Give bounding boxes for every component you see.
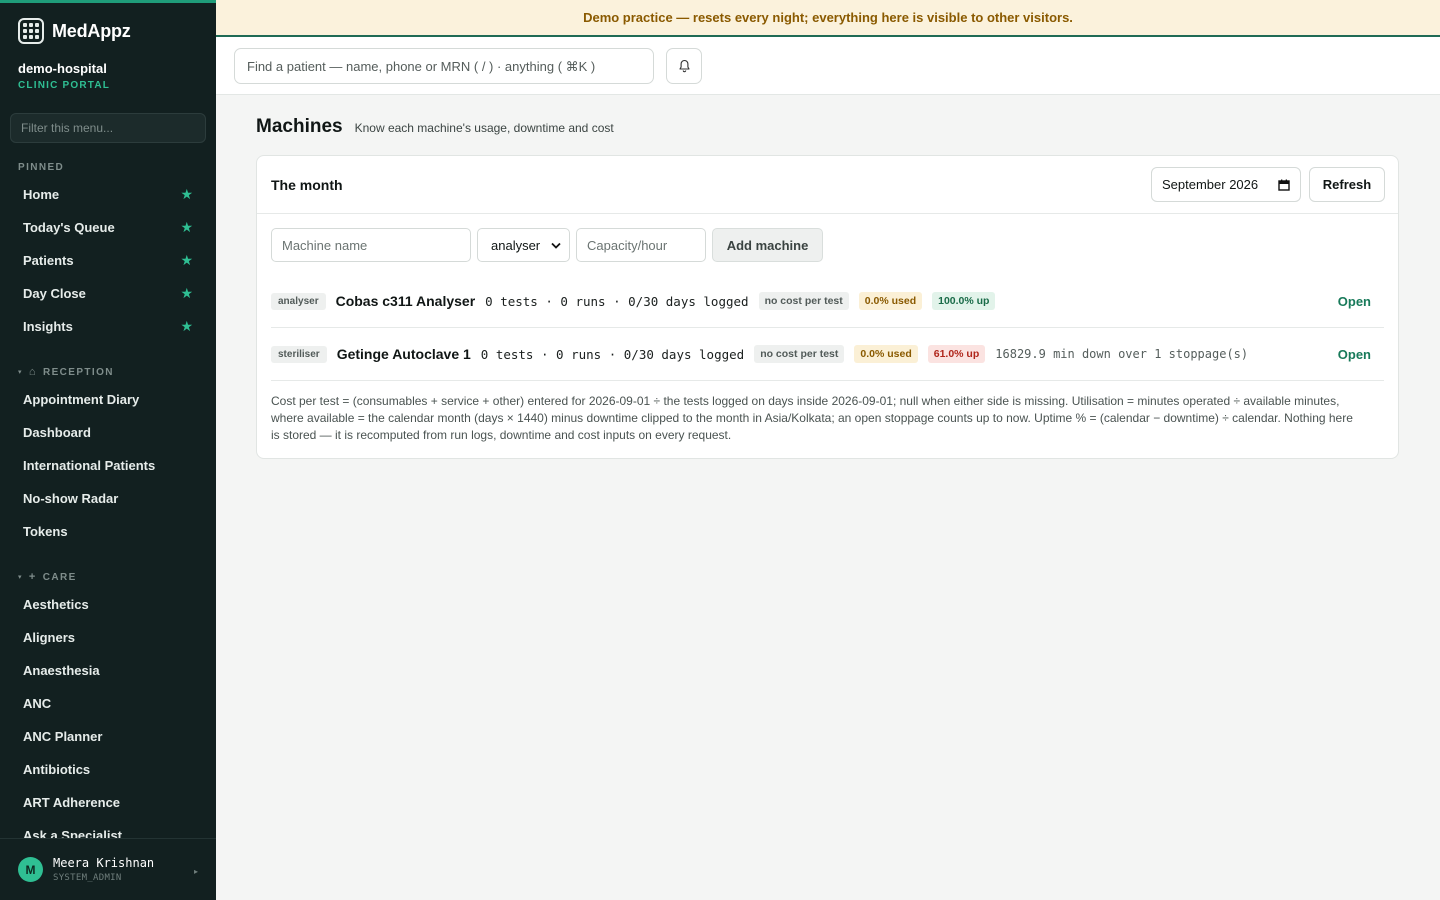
calculation-footnote: Cost per test = (consumables + service +…: [271, 394, 1353, 442]
month-picker[interactable]: September 2026: [1151, 167, 1301, 202]
brand[interactable]: MedAppz: [18, 18, 131, 44]
calendar-icon[interactable]: [1278, 179, 1290, 191]
machine-row: steriliser Getinge Autoclave 1 0 tests ·…: [271, 328, 1384, 381]
card-title: The month: [271, 177, 343, 193]
user-role: SYSTEM_ADMIN: [53, 873, 122, 883]
sidebar-item-todays-queue[interactable]: Today's Queue ★: [10, 212, 206, 242]
user-name: Meera Krishnan: [53, 856, 155, 870]
utilisation-badge: 0.0% used: [858, 292, 923, 310]
page-header: Machines Know each machine's usage, down…: [256, 116, 614, 138]
page-title: Machines: [256, 116, 343, 137]
sidebar-item-tokens[interactable]: Tokens: [10, 516, 206, 546]
demo-banner: Demo practice — resets every night; ever…: [216, 0, 1440, 37]
section-toggle-reception[interactable]: ▾ ⌂ RECEPTION: [18, 366, 114, 378]
star-icon[interactable]: ★: [180, 252, 193, 269]
user-menu[interactable]: M Meera Krishnan SYSTEM_ADMIN ▸: [0, 838, 216, 900]
sidebar-item-aligners[interactable]: Aligners: [10, 622, 206, 652]
open-machine-link[interactable]: Open: [1338, 347, 1371, 362]
org-info: demo-hospital CLINIC PORTAL: [18, 61, 110, 91]
home-icon: ⌂: [28, 366, 37, 378]
machines-card: The month September 2026 Refresh analyse…: [256, 155, 1399, 459]
cost-badge: no cost per test: [758, 292, 849, 310]
sidebar-item-anc[interactable]: ANC: [10, 688, 206, 718]
sidebar-accent-bar: [0, 0, 216, 3]
utilisation-badge: 0.0% used: [854, 345, 918, 363]
patient-search-input[interactable]: [234, 48, 654, 84]
topbar: [216, 37, 1440, 95]
sidebar: MedAppz demo-hospital CLINIC PORTAL PINN…: [0, 0, 216, 900]
sidebar-item-anc-planner[interactable]: ANC Planner: [10, 721, 206, 751]
sidebar-item-no-show-radar[interactable]: No-show Radar: [10, 483, 206, 513]
machine-stats: 0 tests · 0 runs · 0/30 days logged: [480, 346, 745, 362]
chevron-icon[interactable]: ▸: [194, 867, 198, 876]
machine-name-input[interactable]: [271, 228, 471, 262]
sidebar-item-patients[interactable]: Patients ★: [10, 245, 206, 275]
star-icon[interactable]: ★: [180, 219, 193, 236]
machine-stats: 0 tests · 0 runs · 0/30 days logged: [485, 293, 749, 309]
notifications-button[interactable]: [666, 48, 702, 84]
machine-type-tag: analyser: [271, 292, 326, 310]
capacity-per-hour-input[interactable]: [576, 228, 706, 262]
app-logo-icon: [18, 18, 44, 44]
uptime-badge: 61.0% up: [927, 345, 986, 363]
open-machine-link[interactable]: Open: [1338, 294, 1371, 309]
downtime-summary: 16829.9 min down over 1 stoppage(s): [995, 347, 1249, 361]
sidebar-item-dashboard[interactable]: Dashboard: [10, 417, 206, 447]
star-icon[interactable]: ★: [180, 186, 193, 203]
add-machine-button[interactable]: Add machine: [712, 228, 823, 262]
sidebar-item-aesthetics[interactable]: Aesthetics: [10, 589, 206, 619]
caret-down-icon: ▾: [18, 574, 23, 581]
sidebar-item-art-adherence[interactable]: ART Adherence: [10, 787, 206, 817]
avatar: M: [18, 857, 43, 882]
org-subtitle: CLINIC PORTAL: [18, 80, 111, 91]
sidebar-item-home[interactable]: Home ★: [10, 179, 206, 209]
caret-down-icon: ▾: [18, 369, 23, 376]
section-label-pinned: PINNED: [18, 162, 65, 173]
org-name: demo-hospital: [18, 61, 107, 76]
refresh-button[interactable]: Refresh: [1309, 167, 1385, 202]
uptime-badge: 100.0% up: [932, 292, 996, 310]
bell-icon: [678, 59, 690, 73]
menu-filter-input[interactable]: [10, 113, 206, 143]
machine-name: Cobas c311 Analyser: [335, 293, 476, 309]
page-subtitle: Know each machine's usage, downtime and …: [354, 121, 614, 135]
sidebar-item-day-close[interactable]: Day Close ★: [10, 278, 206, 308]
plus-icon: +: [28, 571, 37, 583]
sidebar-item-appointment-diary[interactable]: Appointment Diary: [10, 384, 206, 414]
cost-badge: no cost per test: [754, 345, 845, 363]
star-icon[interactable]: ★: [180, 318, 193, 335]
chevron-down-icon: [551, 242, 561, 249]
machine-type-tag: steriliser: [271, 345, 327, 363]
card-header: The month September 2026 Refresh: [257, 156, 1398, 214]
sidebar-item-antibiotics[interactable]: Antibiotics: [10, 754, 206, 784]
machine-type-select[interactable]: analyser: [477, 228, 570, 262]
sidebar-item-insights[interactable]: Insights ★: [10, 311, 206, 341]
star-icon[interactable]: ★: [180, 285, 193, 302]
sidebar-item-anaesthesia[interactable]: Anaesthesia: [10, 655, 206, 685]
sidebar-item-international-patients[interactable]: International Patients: [10, 450, 206, 480]
machine-row: analyser Cobas c311 Analyser 0 tests · 0…: [271, 275, 1384, 328]
app-name: MedAppz: [52, 20, 131, 41]
machine-name: Getinge Autoclave 1: [336, 346, 471, 362]
section-toggle-care[interactable]: ▾ + CARE: [18, 571, 77, 583]
